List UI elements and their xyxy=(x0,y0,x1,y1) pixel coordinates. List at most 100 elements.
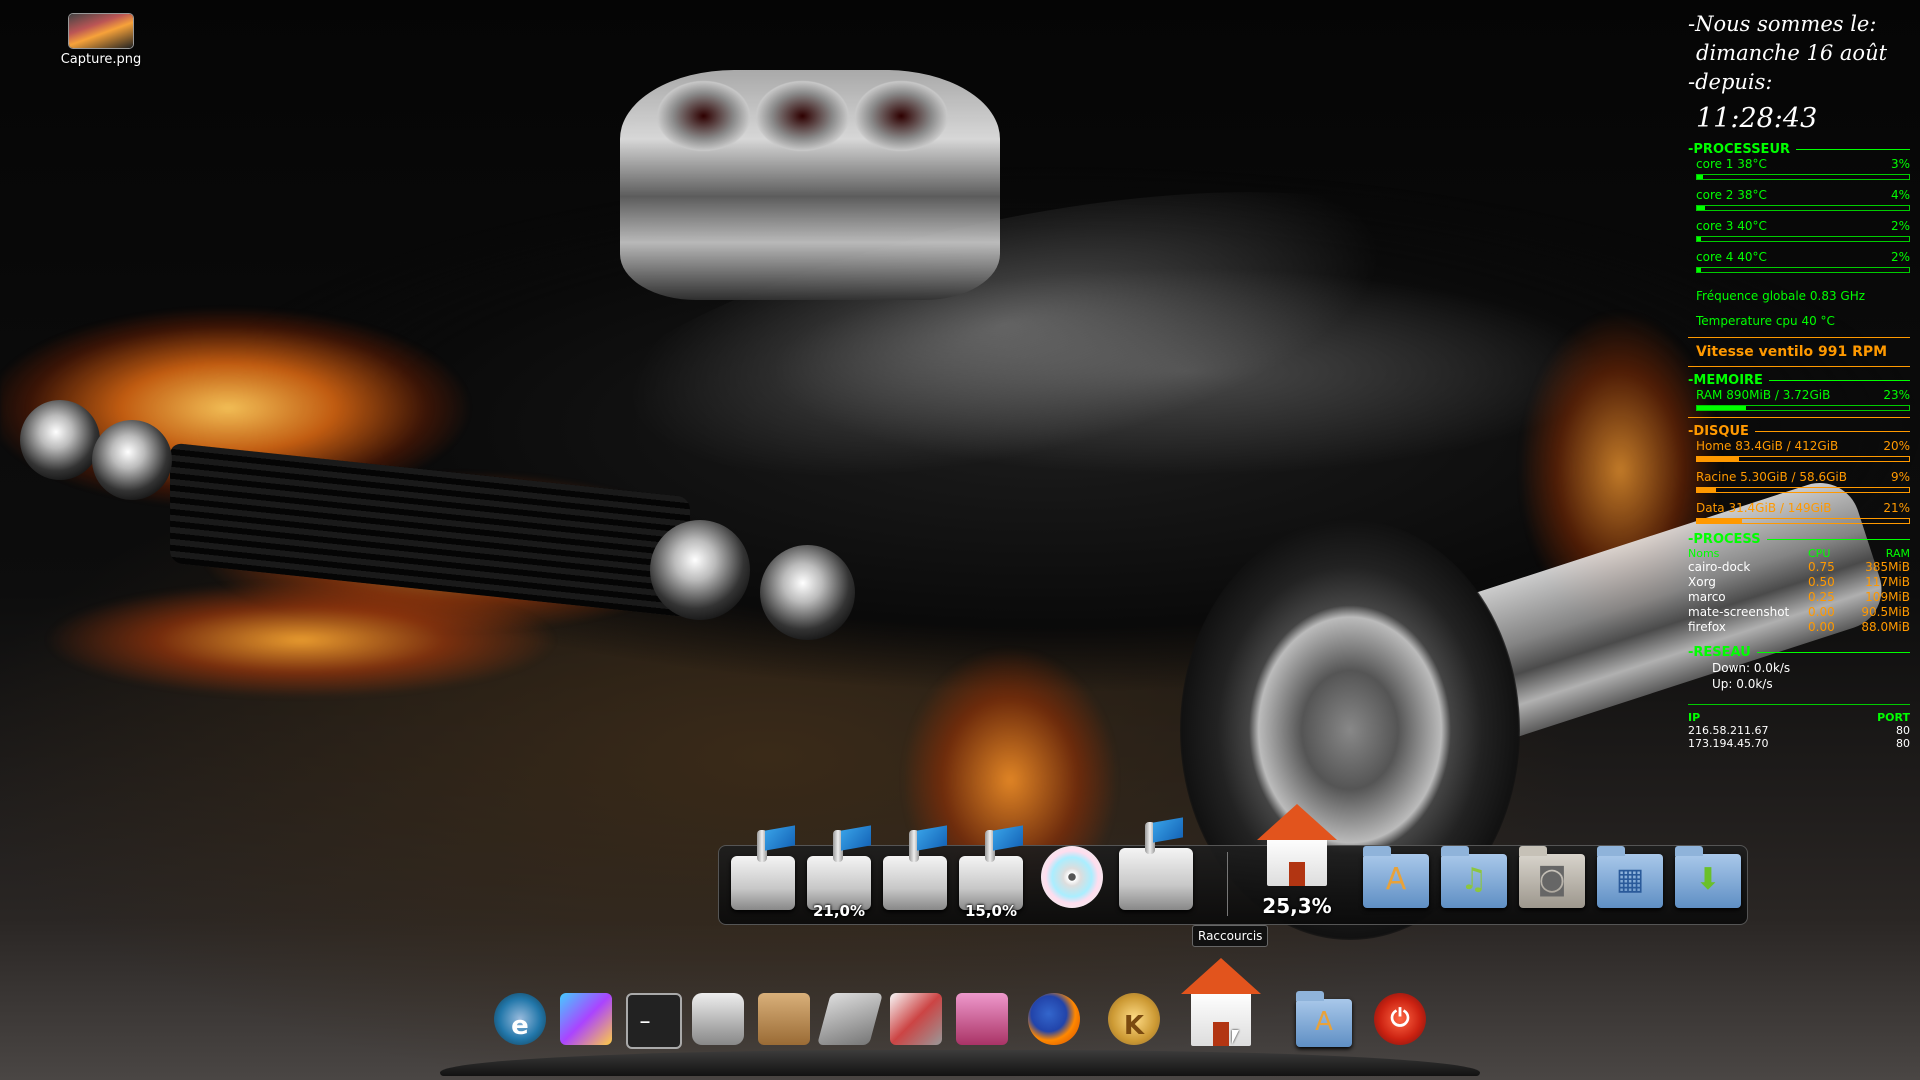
process-name: marco xyxy=(1688,590,1726,604)
downloads-folder-launcher[interactable]: ⬇ xyxy=(1667,818,1747,918)
process-table: cairo-dock 0.75 385MiB Xorg 0.50 117MiB … xyxy=(1688,560,1910,635)
headlight xyxy=(650,520,750,620)
process-row: mate-screenshot 0.00 90.5MiB xyxy=(1688,605,1910,620)
drive-launcher[interactable] xyxy=(875,818,955,918)
process-table-header: Noms CPU RAM xyxy=(1688,547,1910,560)
ip-header: IP xyxy=(1688,711,1701,724)
firefox-launcher[interactable] xyxy=(1024,985,1084,1051)
header-ram: RAM xyxy=(1885,547,1910,560)
core-bar xyxy=(1696,174,1910,180)
core-label: core 1 38°C xyxy=(1696,157,1767,171)
elementary-launcher[interactable]: e xyxy=(490,985,550,1051)
core-label: core 3 40°C xyxy=(1696,219,1767,233)
disk-list: Home 83.4GiB / 412GiB 20% Racine 5.30GiB… xyxy=(1688,439,1910,524)
disk-label: Data 31.4GiB / 149GiB xyxy=(1696,501,1832,515)
home-folder-launcher[interactable]: 25,3% xyxy=(1249,800,1345,918)
home-usage: 25,3% xyxy=(1262,894,1332,918)
applications-folder-launcher[interactable]: A xyxy=(1296,985,1356,1051)
cd-icon xyxy=(1041,846,1103,908)
divider xyxy=(1688,337,1910,338)
scanner-launcher[interactable] xyxy=(886,985,946,1051)
core-percent: 2% xyxy=(1890,250,1910,264)
disk-percent: 21% xyxy=(1883,501,1910,515)
shutdown-launcher[interactable]: ⏻ xyxy=(1370,985,1430,1051)
drive-launcher[interactable] xyxy=(723,818,803,918)
home-folder-launcher[interactable] xyxy=(1181,952,1261,1052)
database-icon xyxy=(956,993,1008,1045)
core-row: core 3 40°C 2% xyxy=(1688,219,1910,234)
ram-label: RAM 890MiB / 3.72GiB xyxy=(1696,388,1831,402)
disk-label: Racine 5.30GiB / 58.6GiB xyxy=(1696,470,1848,484)
core-row: core 1 38°C 3% xyxy=(1688,157,1910,172)
k-coin-icon: K xyxy=(1108,993,1160,1045)
ram-row: RAM 890MiB / 3.72GiB 23% xyxy=(1688,388,1910,403)
disk-percent: 9% xyxy=(1890,470,1910,484)
upload-rate: Up: 0.0k/s xyxy=(1712,677,1773,691)
archive-manager-launcher[interactable] xyxy=(754,985,814,1051)
date-value: dimanche 16 août xyxy=(1696,41,1888,65)
terminal-launcher[interactable]: _ xyxy=(622,985,682,1051)
k-app-launcher[interactable]: K xyxy=(1104,985,1164,1051)
videos-folder-launcher[interactable]: ▦ xyxy=(1589,818,1669,918)
pictures-folder-icon: ◙ xyxy=(1519,846,1585,908)
process-ram: 88.0MiB xyxy=(1861,620,1910,634)
divider xyxy=(1688,417,1910,418)
music-folder-launcher[interactable]: ♫ xyxy=(1433,818,1513,918)
core-percent: 3% xyxy=(1890,157,1910,171)
cpu-frequency: Fréquence globale 0.83 GHz xyxy=(1696,289,1866,303)
process-name: Xorg xyxy=(1688,575,1716,589)
pictures-folder-launcher[interactable]: ◙ xyxy=(1511,818,1591,918)
cd-drive-launcher[interactable] xyxy=(1033,818,1113,918)
conky-monitor-panel: -Nous sommes le: dimanche 16 août -depui… xyxy=(1688,10,1910,750)
elementary-icon: e xyxy=(494,993,546,1045)
drive-launcher[interactable]: 21,0% xyxy=(799,818,879,920)
process-row: firefox 0.00 88.0MiB xyxy=(1688,620,1910,635)
music-folder-icon: ♫ xyxy=(1441,846,1507,908)
printer-icon xyxy=(692,993,744,1045)
wallpaper-settings-launcher[interactable] xyxy=(556,985,616,1051)
fan-speed: Vitesse ventilo 991 RPM xyxy=(1696,344,1888,360)
home-icon xyxy=(1181,958,1261,1046)
connection-port: 80 xyxy=(1896,737,1910,750)
system-tools-launcher[interactable] xyxy=(817,985,883,1051)
desktop-file-icon[interactable]: Capture.png xyxy=(58,14,144,67)
process-cpu: 0.00 xyxy=(1808,620,1835,634)
core-list: core 1 38°C 3% core 2 38°C 4% core 3 40°… xyxy=(1688,157,1910,273)
applications-folder-launcher[interactable]: A xyxy=(1355,818,1435,918)
section-memory: - MEMOIRE xyxy=(1688,373,1910,388)
core-bar xyxy=(1696,205,1910,211)
core-bar-fill xyxy=(1697,237,1702,241)
disk-bar xyxy=(1696,518,1910,524)
drive-usage: 15,0% xyxy=(964,902,1018,920)
process-cpu: 0.25 xyxy=(1808,590,1835,604)
headlight xyxy=(20,400,100,480)
engine-blower xyxy=(620,70,1000,300)
archive-icon xyxy=(758,993,810,1045)
core-percent: 4% xyxy=(1890,188,1910,202)
image-thumbnail-icon xyxy=(69,14,133,48)
drive-usage: 21,0% xyxy=(812,902,866,920)
download-rate: Down: 0.0k/s xyxy=(1712,661,1791,675)
dock-separator xyxy=(1227,852,1228,916)
section-disk: - DISQUE xyxy=(1688,424,1910,439)
header-cpu: CPU xyxy=(1808,547,1831,560)
database-launcher[interactable] xyxy=(952,985,1012,1051)
connection-port: 80 xyxy=(1896,724,1910,737)
core-label: core 2 38°C xyxy=(1696,188,1767,202)
core-label: core 4 40°C xyxy=(1696,250,1767,264)
header-name: Noms xyxy=(1688,547,1720,560)
power-icon: ⏻ xyxy=(1374,993,1426,1045)
drive-launcher-active[interactable] xyxy=(1111,810,1201,918)
divider xyxy=(1688,366,1910,367)
process-ram: 385MiB xyxy=(1865,560,1910,574)
process-row: Xorg 0.50 117MiB xyxy=(1688,575,1910,590)
port-header: PORT xyxy=(1877,711,1910,724)
printer-launcher[interactable] xyxy=(688,985,748,1051)
process-row: marco 0.25 109MiB xyxy=(1688,590,1910,605)
disk-bar-fill xyxy=(1697,457,1740,461)
process-name: cairo-dock xyxy=(1688,560,1751,574)
terminal-icon: _ xyxy=(626,993,682,1049)
downloads-folder-icon: ⬇ xyxy=(1675,846,1741,908)
drive-launcher[interactable]: 15,0% xyxy=(951,818,1031,920)
core-row: core 4 40°C 2% xyxy=(1688,250,1910,265)
